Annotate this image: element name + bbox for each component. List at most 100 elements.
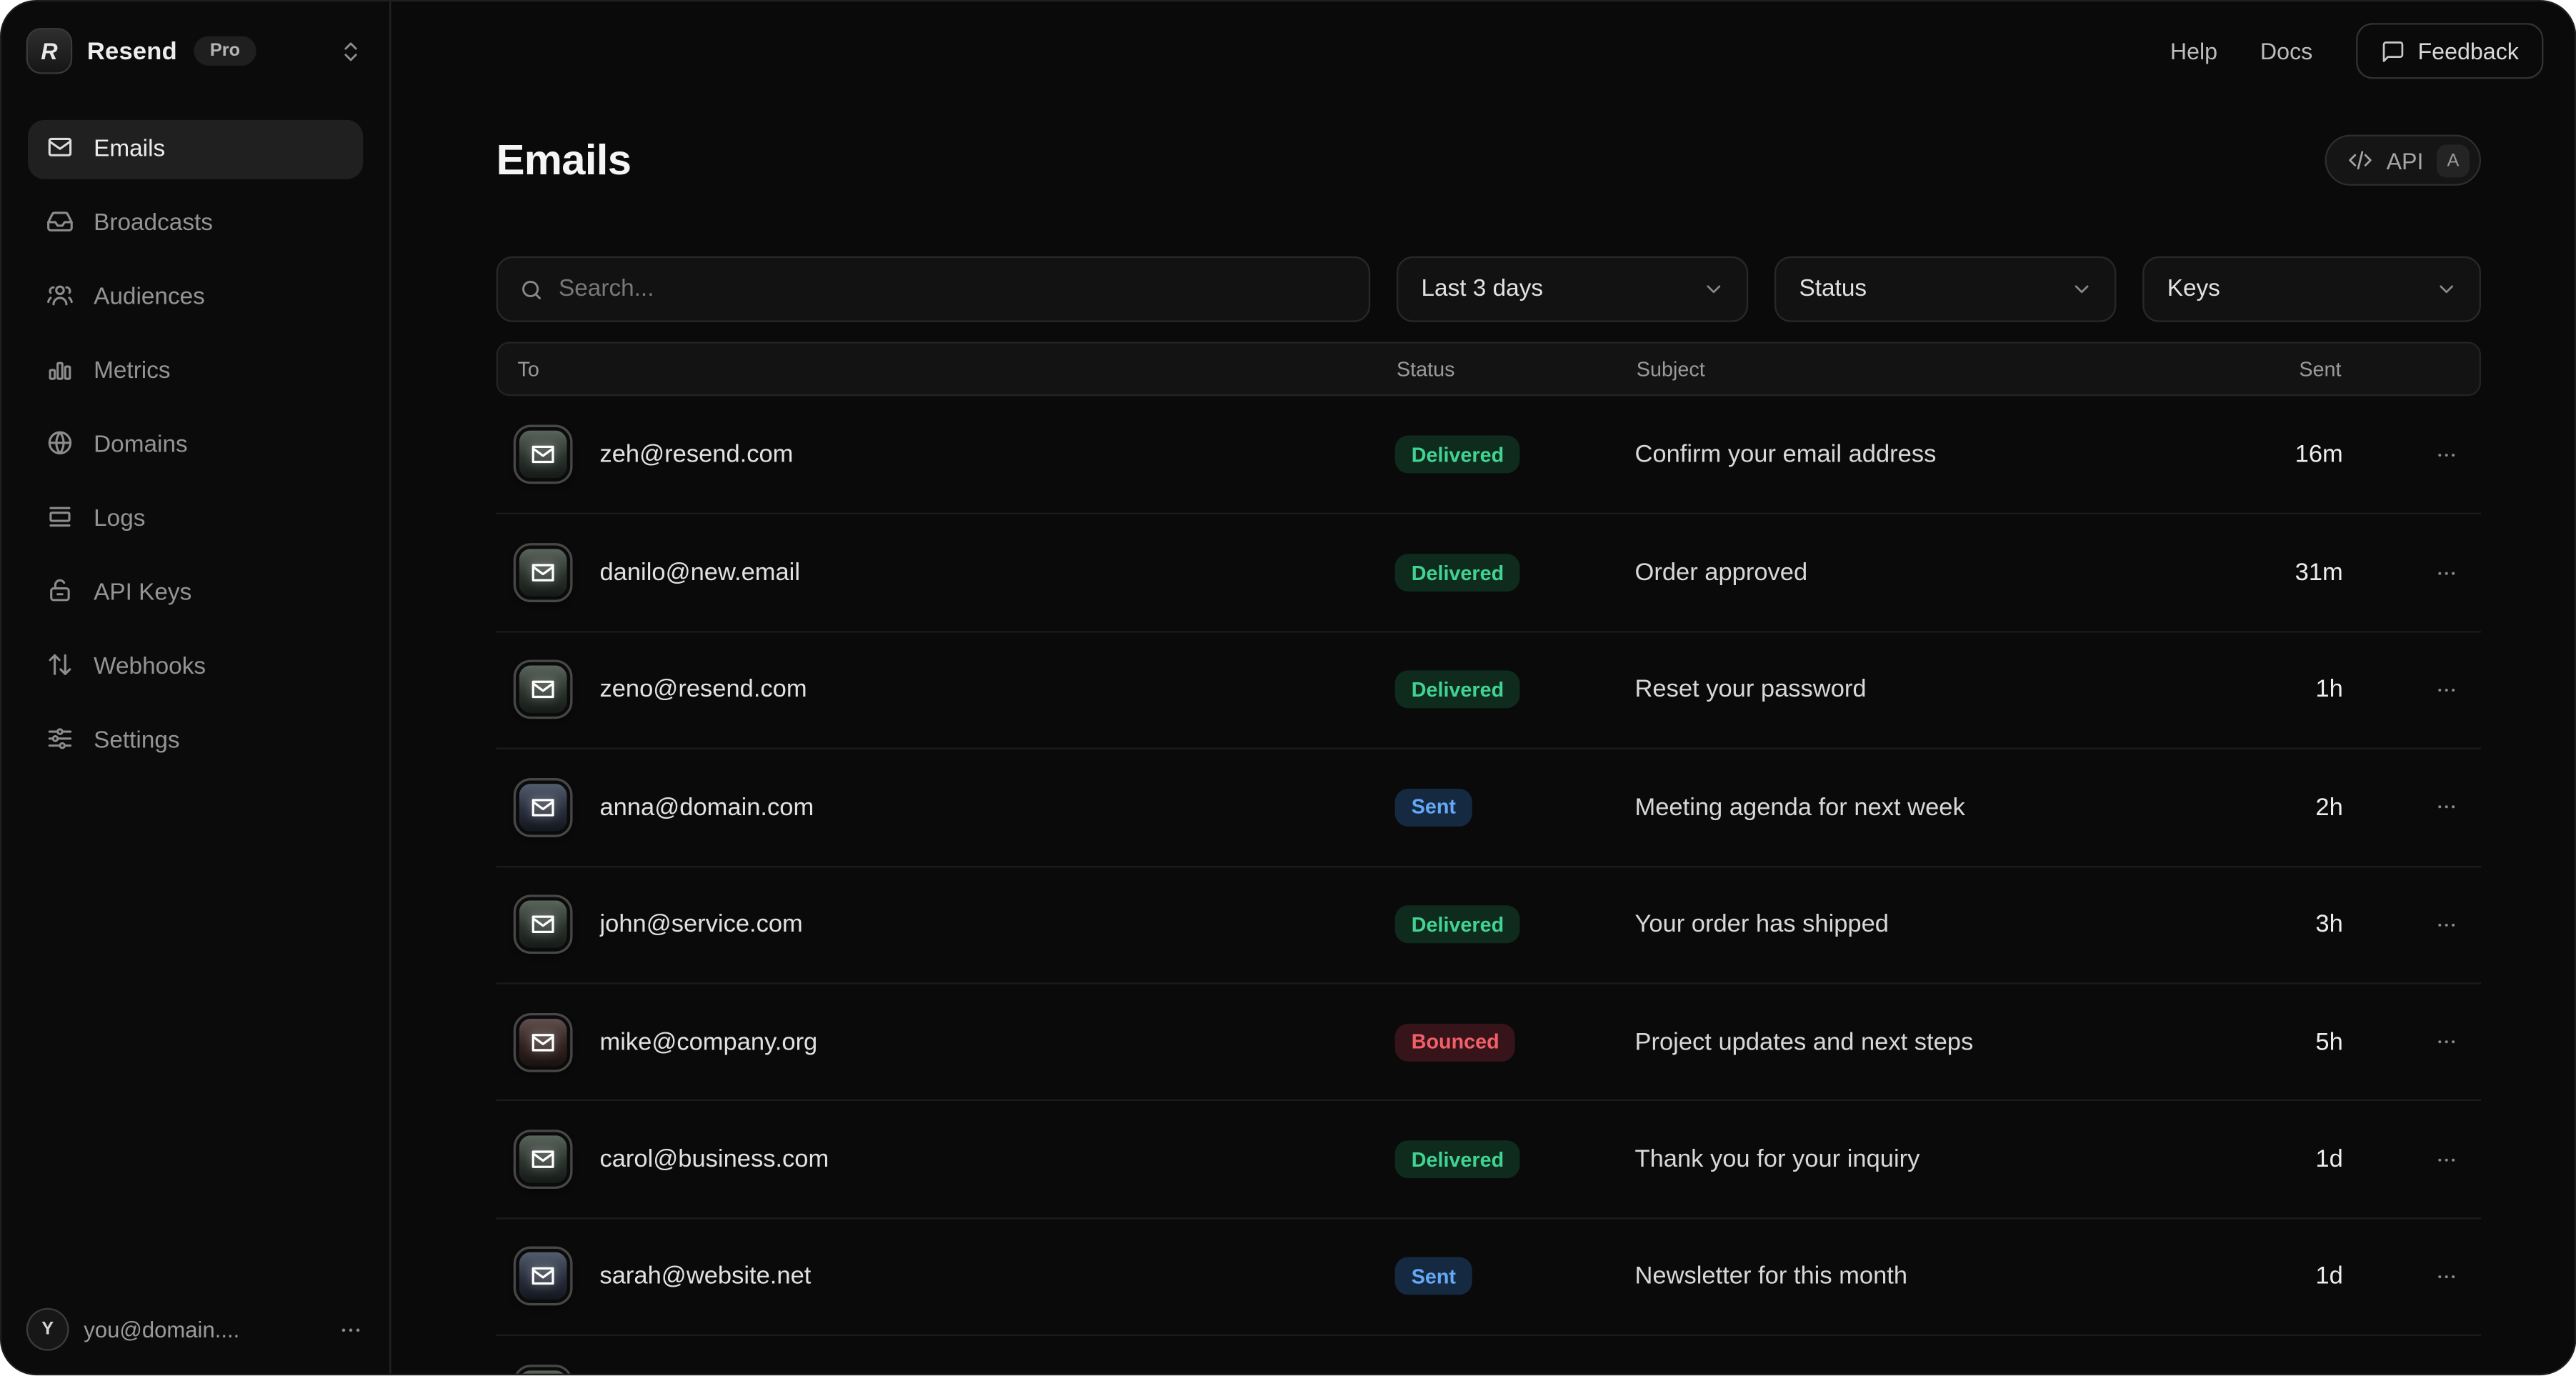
ellipsis-icon <box>2386 796 2458 819</box>
table-row[interactable]: zeno@resend.com Delivered Reset your pas… <box>496 631 2481 748</box>
api-button-label: API <box>2387 147 2424 174</box>
column-header-status: Status <box>1397 357 1637 380</box>
table-row[interactable]: danilo@new.email Delivered Order approve… <box>496 513 2481 630</box>
feedback-button[interactable]: Feedback <box>2355 23 2543 79</box>
status-cell: Delivered <box>1395 906 1635 944</box>
app-stage: R Resend Pro Emails Broadcasts A <box>0 0 2576 1376</box>
sidebar-item-label: Settings <box>94 728 180 754</box>
keys-select[interactable]: Keys <box>2142 256 2481 322</box>
sent-time: 2h <box>2287 794 2386 822</box>
chevrons-up-down-icon[interactable] <box>339 39 364 63</box>
sent-time: 3h <box>2287 911 2386 939</box>
envelope-tile-icon <box>516 780 570 834</box>
ellipsis-icon <box>2386 913 2458 936</box>
status-value: Status <box>1799 276 1867 302</box>
status-badge: Sent <box>1395 1257 1472 1295</box>
recipient-cell: sarah@website.net <box>516 1250 1395 1304</box>
status-cell: Sent <box>1395 1257 1635 1295</box>
row-more-button[interactable] <box>2386 1030 2458 1053</box>
recipient-email: sarah@website.net <box>600 1262 812 1290</box>
status-cell: Bounced <box>1395 1023 1635 1061</box>
ellipsis-icon <box>2386 1265 2458 1288</box>
user-more-icon[interactable] <box>339 1317 364 1342</box>
topbar: Help Docs Feedback <box>391 23 2543 79</box>
sidebar-item-settings[interactable]: Settings <box>28 712 363 771</box>
sent-time: 16m <box>2287 441 2386 469</box>
content: Emails API A Last 3 days <box>391 79 2575 1376</box>
sent-time: 5h <box>2287 1028 2386 1056</box>
email-table: zeh@resend.com Delivered Confirm your em… <box>496 396 2481 1376</box>
sidebar: R Resend Pro Emails Broadcasts A <box>1 1 391 1374</box>
table-row[interactable]: mike@company.org Bounced Project updates… <box>496 982 2481 1100</box>
table-row[interactable]: john@service.com Delivered Your order ha… <box>496 865 2481 982</box>
sidebar-nav: Emails Broadcasts Audiences Metrics Doma… <box>1 120 389 771</box>
recipient-cell: anna@domain.com <box>516 780 1395 834</box>
ellipsis-icon <box>2386 1030 2458 1053</box>
sidebar-item-logs[interactable]: Logs <box>28 489 363 549</box>
recipient-cell: danilo@new.email <box>516 546 1395 600</box>
status-badge: Delivered <box>1395 436 1520 474</box>
sidebar-item-api-keys[interactable]: API Keys <box>28 564 363 623</box>
recipient-cell <box>516 1367 1395 1376</box>
row-more-button[interactable] <box>2386 913 2458 936</box>
subject-cell: Meeting agenda for next week <box>1635 794 2287 822</box>
search-box <box>496 256 1371 322</box>
sidebar-item-label: Audiences <box>94 284 205 311</box>
row-more-button[interactable] <box>2386 1148 2458 1171</box>
status-badge: Sent <box>1395 789 1472 827</box>
row-more-button[interactable] <box>2386 679 2458 702</box>
sent-time: 1d <box>2287 1145 2386 1173</box>
message-square-icon <box>2380 39 2405 63</box>
sliders-icon <box>46 724 74 758</box>
date-range-select[interactable]: Last 3 days <box>1397 256 1748 322</box>
docs-link[interactable]: Docs <box>2260 38 2312 64</box>
sidebar-item-audiences[interactable]: Audiences <box>28 268 363 327</box>
recipient-cell: zeno@resend.com <box>516 663 1395 717</box>
sidebar-item-metrics[interactable]: Metrics <box>28 341 363 401</box>
feedback-label: Feedback <box>2417 38 2518 64</box>
sidebar-item-label: Domains <box>94 432 188 459</box>
subject-cell: Newsletter for this month <box>1635 1262 2287 1290</box>
user-email: you@domain.... <box>84 1317 322 1342</box>
status-select[interactable]: Status <box>1774 256 2116 322</box>
subject-cell: Thank you for your inquiry <box>1635 1145 2287 1173</box>
recipient-email: zeno@resend.com <box>600 676 807 704</box>
chevron-down-icon <box>2435 278 2458 301</box>
sidebar-item-label: Webhooks <box>94 654 206 680</box>
recipient-cell: john@service.com <box>516 897 1395 952</box>
search-icon <box>519 277 544 302</box>
sidebar-item-domains[interactable]: Domains <box>28 416 363 475</box>
recipient-cell: carol@business.com <box>516 1132 1395 1187</box>
recipient-email: john@service.com <box>600 911 803 939</box>
main-area: Help Docs Feedback Emails API A <box>391 1 2575 1374</box>
table-row-partial[interactable]: Delivered <box>496 1335 2481 1376</box>
sidebar-item-emails[interactable]: Emails <box>28 120 363 179</box>
status-badge: Delivered <box>1395 671 1520 709</box>
ellipsis-icon <box>2386 679 2458 702</box>
table-row[interactable]: zeh@resend.com Delivered Confirm your em… <box>496 396 2481 513</box>
status-badge: Bounced <box>1395 1023 1516 1061</box>
row-more-button[interactable] <box>2386 443 2458 466</box>
user-menu[interactable]: Y you@domain.... <box>1 1310 389 1375</box>
help-link[interactable]: Help <box>2170 38 2217 64</box>
arrow-up-down-icon <box>46 650 74 684</box>
date-range-value: Last 3 days <box>1422 276 1544 302</box>
recipient-email: danilo@new.email <box>600 559 801 587</box>
row-more-button[interactable] <box>2386 562 2458 584</box>
sidebar-item-label: Metrics <box>94 358 170 384</box>
table-header: To Status Subject Sent <box>496 341 2481 396</box>
workspace-switcher[interactable]: R Resend Pro <box>1 1 389 72</box>
sidebar-item-webhooks[interactable]: Webhooks <box>28 637 363 697</box>
sidebar-item-broadcasts[interactable]: Broadcasts <box>28 194 363 253</box>
row-more-button[interactable] <box>2386 1265 2458 1288</box>
recipient-cell: zeh@resend.com <box>516 427 1395 482</box>
search-input[interactable] <box>559 276 1347 302</box>
table-row[interactable]: carol@business.com Delivered Thank you f… <box>496 1100 2481 1217</box>
ellipsis-icon <box>2386 1148 2458 1171</box>
resend-logo-icon: R <box>28 29 71 72</box>
sent-time: 1d <box>2287 1262 2386 1290</box>
table-row[interactable]: sarah@website.net Sent Newsletter for th… <box>496 1217 2481 1335</box>
row-more-button[interactable] <box>2386 796 2458 819</box>
table-row[interactable]: anna@domain.com Sent Meeting agenda for … <box>496 748 2481 865</box>
api-button[interactable]: API A <box>2325 135 2481 186</box>
